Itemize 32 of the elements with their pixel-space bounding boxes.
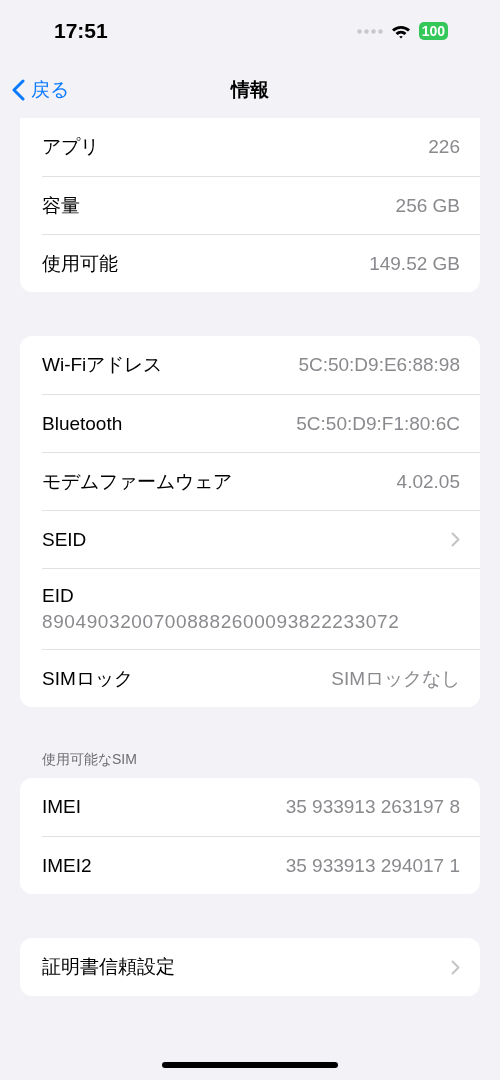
section-header: 使用可能なSIM: [41, 751, 138, 769]
row-label: モデムファームウェア: [42, 469, 232, 494]
back-link[interactable]: 戻る: [12, 77, 69, 103]
row-label: 容量: [42, 193, 80, 218]
row-value: 256 GB: [395, 194, 460, 217]
row-link[interactable]: 証明書信頼設定: [42, 938, 480, 996]
chevron-icon: [451, 959, 460, 975]
wifi-icon: [390, 23, 411, 39]
row-label: SIMロック: [42, 666, 133, 691]
chevron-icon: [451, 532, 460, 547]
battery-icon: 100: [418, 22, 448, 40]
row-value: 149.52 GB: [369, 252, 460, 275]
row-value: 35 933913 294017 1: [285, 854, 460, 877]
row-label: Wi-Fiアドレス: [42, 353, 163, 377]
row-label: IMEI: [42, 796, 82, 818]
row-value: 226: [428, 136, 460, 158]
row-value: 35 933913 263197 8: [285, 796, 460, 818]
row-label: Bluetooth: [42, 412, 123, 435]
row-value: 5C:50:D9:E6:88:98: [298, 354, 460, 376]
row-label: 使用可能: [42, 251, 118, 276]
signal-icon: [356, 28, 383, 34]
row-label: アプリ: [42, 135, 99, 159]
row-value: SIMロックなし: [331, 666, 460, 691]
row-value: 89049032007008882600093822233072: [42, 611, 401, 633]
row-label: IMEI2: [42, 854, 92, 877]
row-value: 5C:50:D9:F1:80:6C: [296, 412, 460, 435]
nav-title: 情報: [231, 78, 269, 102]
row-link[interactable]: SEID: [42, 510, 480, 568]
chevron-left-icon: [12, 79, 25, 101]
status-time: 17:51: [54, 19, 108, 43]
row-label: EID: [42, 585, 75, 607]
row-value: 4.02.05: [396, 470, 460, 493]
